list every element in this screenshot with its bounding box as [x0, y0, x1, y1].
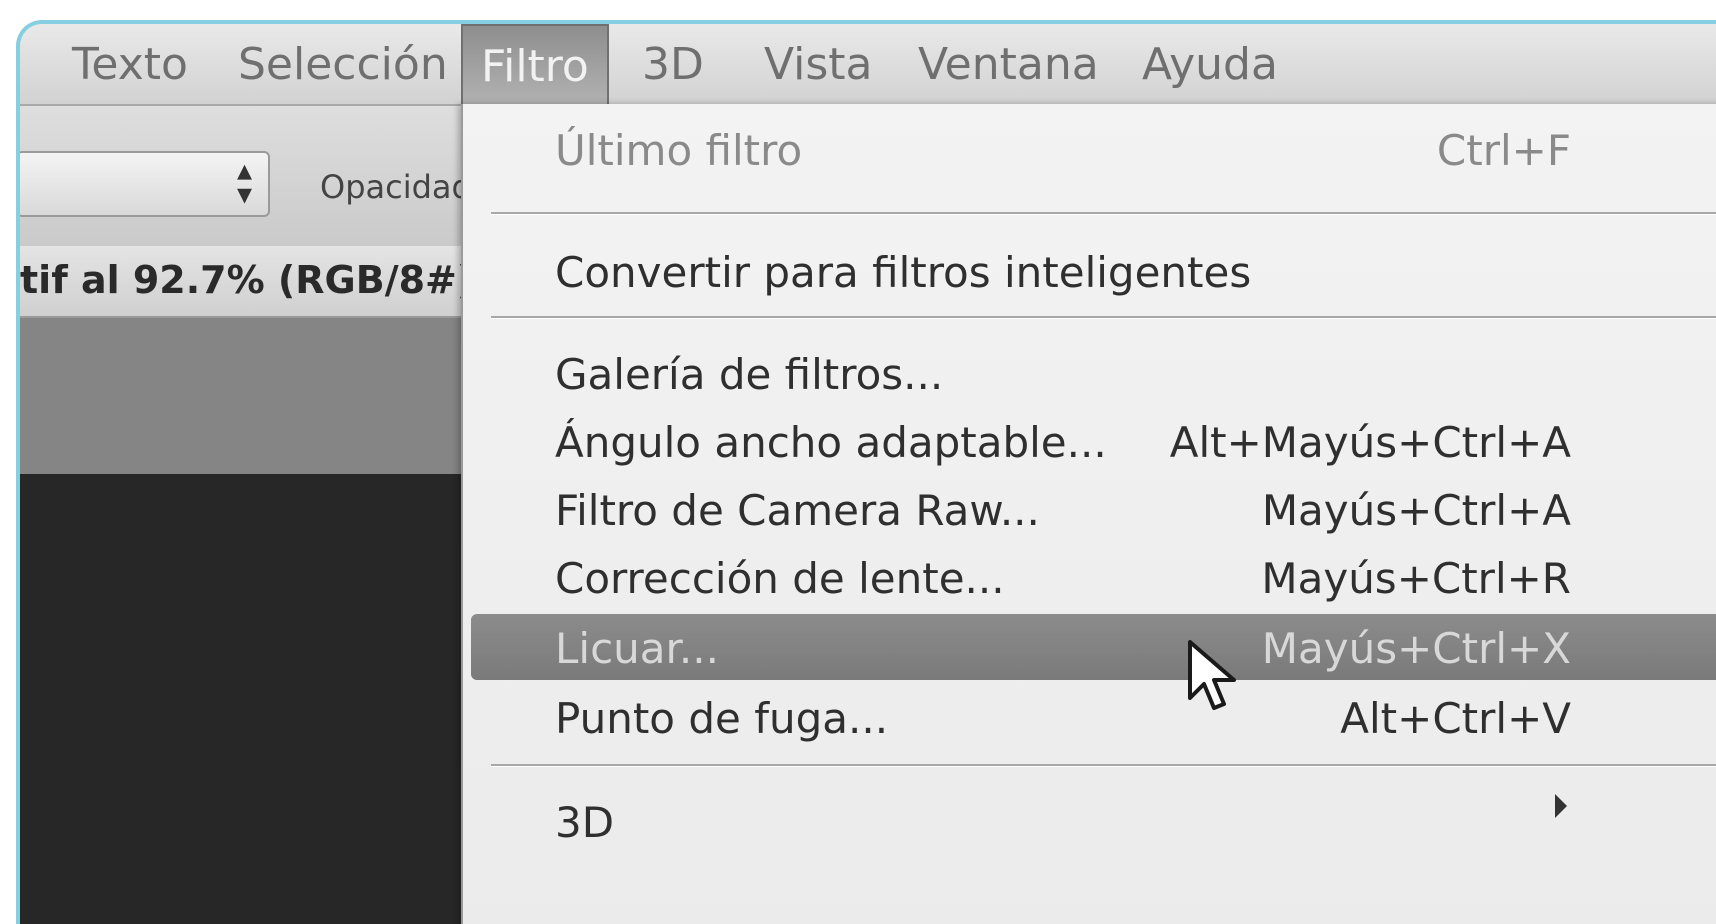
menu-item-camera-raw[interactable]: Filtro de Camera Raw... Mayús+Ctrl+A — [491, 476, 1571, 542]
menu-item-convertir-filtros-inteligentes[interactable]: Convertir para filtros inteligentes — [491, 238, 1571, 304]
menu-seleccion[interactable]: Selección — [220, 24, 466, 104]
menu-item-angulo-ancho[interactable]: Ángulo ancho adaptable... Alt+Mayús+Ctrl… — [491, 408, 1571, 474]
menu-item-label: Ángulo ancho adaptable... — [555, 418, 1107, 467]
canvas-pasteboard — [20, 318, 480, 474]
menu-texto[interactable]: Texto — [54, 24, 206, 104]
menu-item-label: Corrección de lente... — [555, 554, 1005, 603]
menu-item-label: Punto de fuga... — [555, 694, 889, 743]
menu-separator — [491, 316, 1716, 319]
menu-item-shortcut: Mayús+Ctrl+X — [1261, 624, 1571, 673]
menu-item-punto-fuga[interactable]: Punto de fuga... Alt+Ctrl+V — [491, 684, 1571, 750]
menu-ventana[interactable]: Ventana — [900, 24, 1117, 104]
options-bar: ▴ ▾ Opacidad — [20, 106, 480, 246]
menu-item-shortcut: Alt+Ctrl+V — [1340, 694, 1571, 743]
up-down-arrows-icon: ▴ ▾ — [236, 153, 252, 212]
menu-3d[interactable]: 3D — [624, 24, 722, 104]
document-tab[interactable]: tif al 92.7% (RGB/8#) — [20, 246, 480, 318]
submenu-arrow-icon — [1555, 794, 1567, 818]
opacity-label: Opacidad — [320, 168, 472, 206]
menu-item-shortcut: Ctrl+F — [1436, 126, 1571, 175]
menu-separator — [491, 764, 1716, 767]
filter-menu: Último filtro Ctrl+F Convertir para filt… — [461, 104, 1716, 924]
mouse-pointer-icon — [1188, 640, 1236, 710]
menu-item-label: Filtro de Camera Raw... — [555, 486, 1040, 535]
menu-item-shortcut: Mayús+Ctrl+A — [1261, 486, 1571, 535]
menu-item-licuar[interactable]: Licuar... Mayús+Ctrl+X — [471, 614, 1716, 680]
menu-vista[interactable]: Vista — [746, 24, 891, 104]
canvas-image — [20, 474, 480, 924]
menu-ayuda[interactable]: Ayuda — [1124, 24, 1296, 104]
menu-filtro[interactable]: Filtro — [461, 24, 609, 104]
photoshop-window: Texto Selección Filtro 3D Vista Ventana … — [16, 20, 1716, 924]
menu-item-label: Galería de filtros... — [555, 350, 944, 399]
menu-item-shortcut: Alt+Mayús+Ctrl+A — [1169, 418, 1571, 467]
menu-item-label: Convertir para filtros inteligentes — [555, 248, 1252, 297]
menu-separator — [491, 212, 1716, 215]
menu-item-label: 3D — [555, 798, 615, 847]
menu-item-galeria-filtros[interactable]: Galería de filtros... — [491, 340, 1571, 406]
menu-item-ultimo-filtro[interactable]: Último filtro Ctrl+F — [491, 116, 1571, 182]
menu-item-label: Último filtro — [555, 126, 803, 175]
menu-item-label: Licuar... — [555, 624, 719, 673]
menu-item-3d[interactable]: 3D — [491, 788, 1571, 854]
document-tab-title: tif al 92.7% (RGB/8#) — [20, 258, 475, 302]
menu-item-shortcut: Mayús+Ctrl+R — [1261, 554, 1571, 603]
menu-bar: Texto Selección Filtro 3D Vista Ventana … — [20, 24, 1716, 106]
blend-mode-select[interactable]: ▴ ▾ — [20, 151, 270, 217]
menu-item-correccion-lente[interactable]: Corrección de lente... Mayús+Ctrl+R — [491, 544, 1571, 610]
